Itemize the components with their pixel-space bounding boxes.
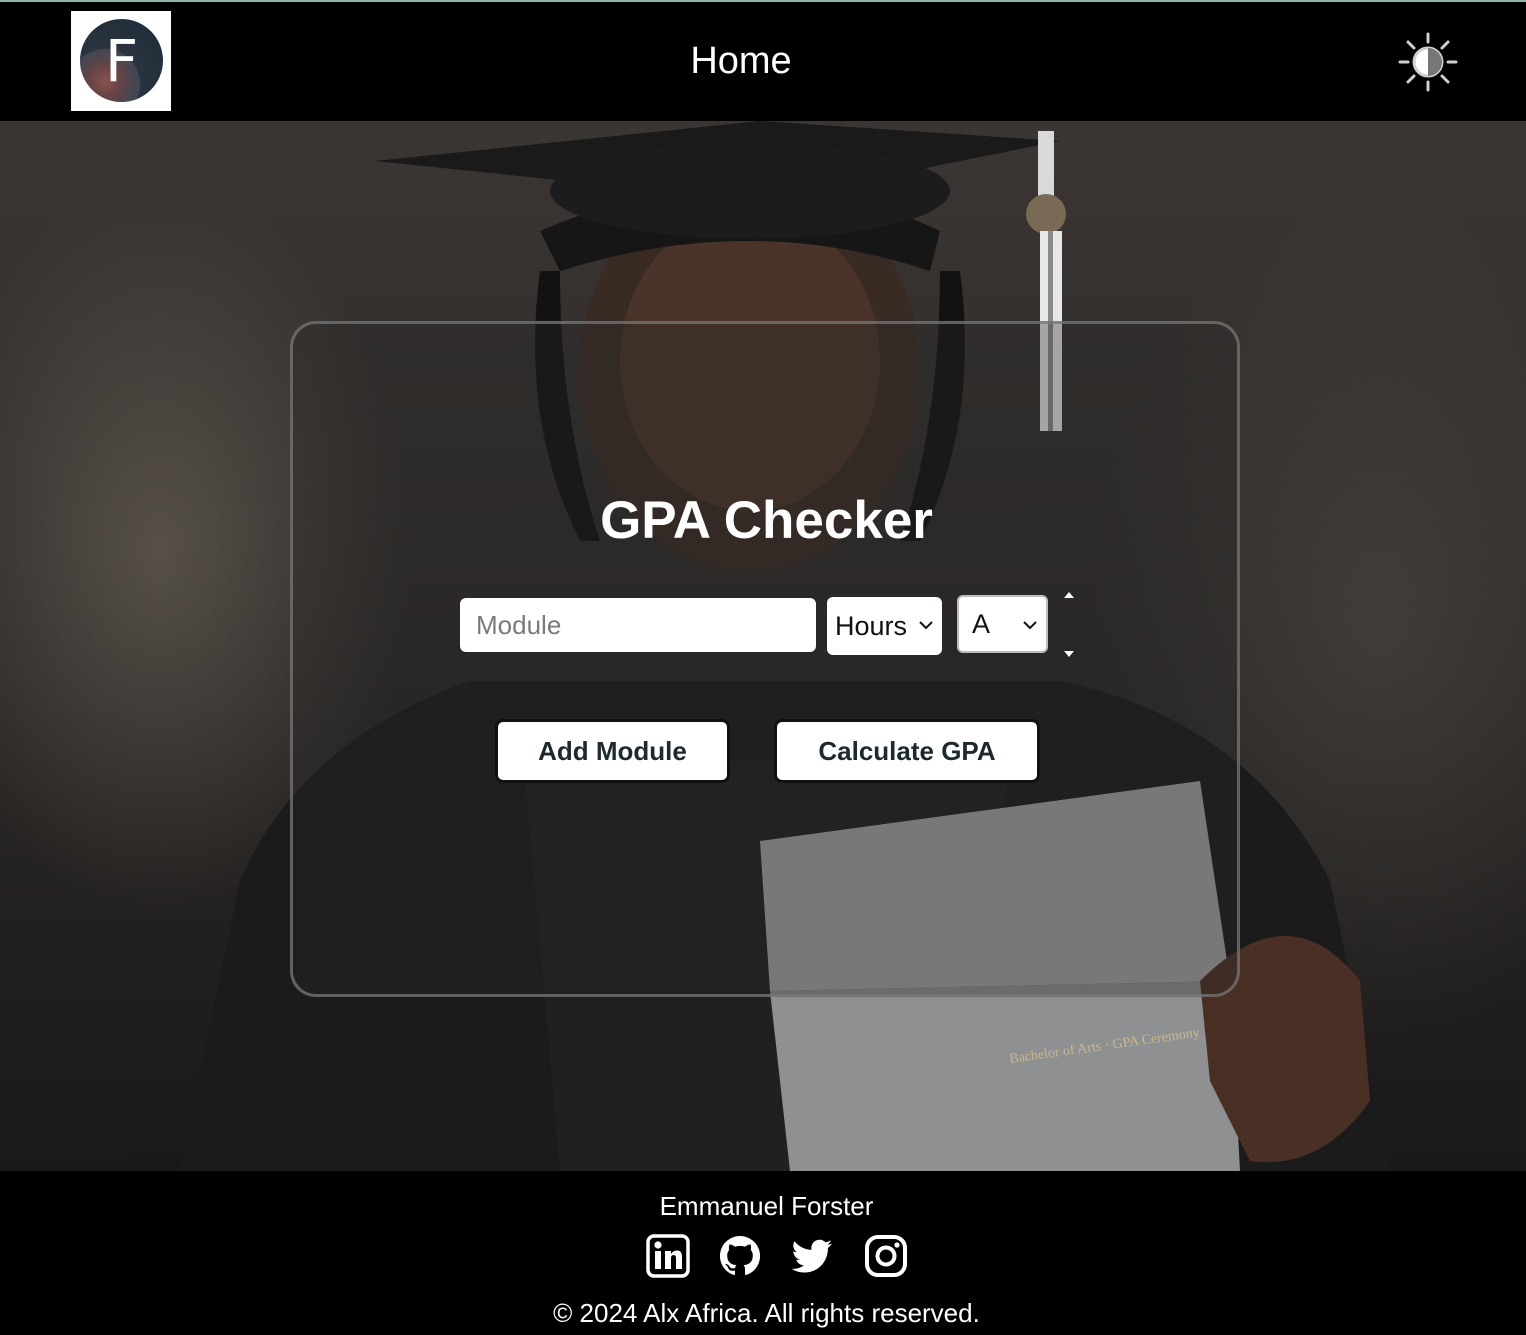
hours-select[interactable]: Hours [827,597,942,655]
spinner-down-icon[interactable] [1063,650,1075,658]
calculate-gpa-button[interactable]: Calculate GPA [774,719,1040,783]
gpa-card [290,321,1240,997]
header: F Home [0,2,1526,121]
linkedin-icon[interactable] [646,1234,690,1278]
copyright-text: © 2024 Alx Africa. All rights reserved. [553,1298,980,1328]
footer: Emmanuel Forster © 2024 Alx Africa. All … [0,1171,1526,1335]
contrast-sun-icon [1398,32,1458,92]
page-title[interactable]: Home [0,40,1482,83]
add-module-button[interactable]: Add Module [495,719,730,783]
spinner-up-icon[interactable] [1063,591,1075,599]
chevron-down-icon [919,621,933,630]
author-name: Emmanuel Forster [659,1191,874,1221]
instagram-icon[interactable] [864,1234,908,1278]
hours-select-value: Hours [835,610,908,641]
page: F Home Bachelor of Arts · GPA Ceremony G… [0,0,1526,1335]
grade-select-value: A [972,608,991,639]
card-title: GPA Checker [600,491,933,550]
module-input[interactable] [460,598,816,652]
theme-toggle-button[interactable] [1398,32,1458,92]
chevron-down-icon [1023,621,1037,630]
twitter-icon[interactable] [790,1234,834,1278]
grade-select[interactable]: A [957,595,1048,653]
github-icon[interactable] [718,1234,762,1278]
